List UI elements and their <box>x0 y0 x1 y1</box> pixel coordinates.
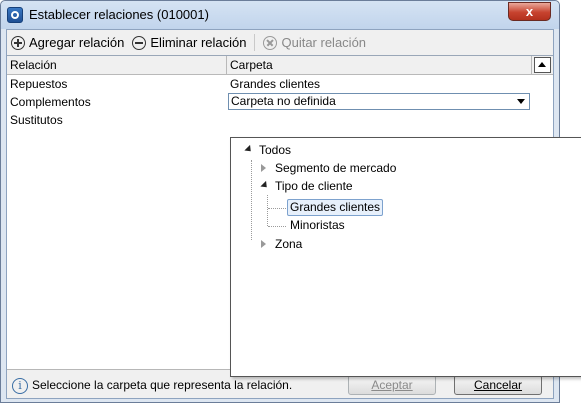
tree-node-large-clients[interactable]: Grandes clientes <box>287 199 384 216</box>
chevron-down-icon[interactable] <box>517 99 525 104</box>
tree-collapsed-icon[interactable] <box>261 164 266 172</box>
column-header-relation[interactable]: Relación <box>7 56 227 74</box>
tree-expanded-icon[interactable] <box>260 180 270 191</box>
tree-node-label: Zona <box>275 237 303 251</box>
title-bar[interactable]: Establecer relaciones (010001) x <box>1 1 559 29</box>
folder-cell <box>227 111 535 129</box>
column-header-folder[interactable]: Carpeta <box>227 56 532 74</box>
cancel-button[interactable]: Cancelar <box>454 375 542 395</box>
delete-relation-label: Eliminar relación <box>150 35 247 50</box>
tree-node-client-type[interactable]: Tipo de cliente <box>260 179 353 194</box>
add-relation-button[interactable]: Agregar relación <box>11 35 124 50</box>
tree-node-retailers[interactable]: Minoristas <box>290 218 345 233</box>
tree-node-zone[interactable]: Zona <box>261 237 303 252</box>
minus-circle-icon <box>132 35 147 50</box>
grid-header: Relación Carpeta <box>7 56 553 75</box>
relation-cell: Complementos <box>10 95 91 109</box>
status-text: Seleccione la carpeta que representa la … <box>32 378 293 392</box>
tree-guide-line <box>251 160 252 240</box>
tree-node-root[interactable]: Todos <box>244 143 292 158</box>
accept-button-label: Aceptar <box>371 378 413 392</box>
close-icon: x <box>525 4 534 19</box>
tree-node-label: Minoristas <box>290 218 345 232</box>
remove-relation-label: Quitar relación <box>281 35 367 50</box>
app-icon <box>7 7 23 23</box>
folder-cell: Grandes clientes <box>230 77 321 91</box>
plus-circle-icon <box>11 35 25 50</box>
cancel-button-label: Cancelar <box>473 378 523 392</box>
tree-expanded-icon[interactable] <box>244 144 254 155</box>
tree-node-label: Segmento de mercado <box>275 161 397 175</box>
folder-dropdown-value: Carpeta no definida <box>231 94 336 108</box>
add-relation-label: Agregar relación <box>29 35 125 50</box>
tree-collapsed-icon[interactable] <box>261 240 266 248</box>
toolbar: Agregar relación Eliminar relación Quita… <box>7 30 553 55</box>
info-icon: i <box>12 378 28 394</box>
accept-button[interactable]: Aceptar <box>348 375 436 395</box>
window-title: Establecer relaciones (010001) <box>29 7 209 22</box>
toolbar-separator <box>254 34 256 51</box>
x-circle-icon <box>263 35 278 50</box>
tree-node-label: Todos <box>259 143 292 157</box>
tree-node-label: Tipo de cliente <box>275 179 353 193</box>
folder-tree-popup: Todos Segmento de mercado Tipo de client… <box>230 137 581 377</box>
tree-guide-line <box>268 208 286 209</box>
tree-node-segment[interactable]: Segmento de mercado <box>261 161 397 176</box>
relation-cell: Repuestos <box>10 77 68 91</box>
tree-guide-line <box>268 226 286 227</box>
tree-guide-line <box>267 195 268 226</box>
table-row[interactable]: Sustitutos <box>7 111 532 129</box>
table-row[interactable]: Repuestos Grandes clientes <box>7 75 532 93</box>
delete-relation-button[interactable]: Eliminar relación <box>132 35 246 50</box>
scroll-up-arrow-icon[interactable] <box>534 57 551 73</box>
remove-relation-button[interactable]: Quitar relación <box>263 35 366 50</box>
tree-node-label: Grandes clientes <box>290 200 381 214</box>
close-button[interactable]: x <box>508 2 551 21</box>
relation-cell: Sustitutos <box>10 113 63 127</box>
folder-dropdown[interactable]: Carpeta no definida <box>228 93 530 110</box>
